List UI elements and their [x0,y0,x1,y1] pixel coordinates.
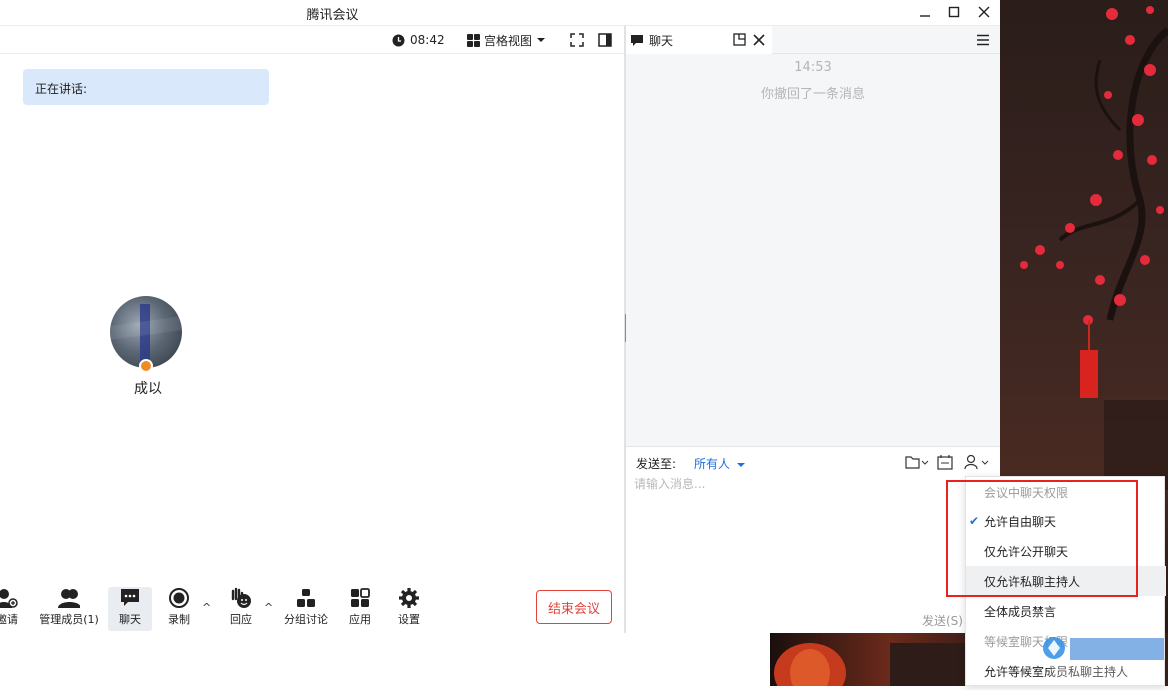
timer-text: 08:42 [410,33,445,47]
avatar-photo [110,304,182,368]
manage-members-label: 管理成员(1) [39,613,99,626]
send-target-label: 所有人 [694,457,731,471]
fullscreen-button[interactable] [570,31,584,49]
meeting-area: 08:42 宫格视图 正在讲话: 成以 邀请 管理成员(1) 聊天 录制 ^ 回… [0,26,624,633]
caret-down-icon [537,38,546,42]
watermark-logo-image [1043,637,1164,678]
settings-button[interactable]: 设置 [395,587,423,631]
meeting-toolbar: 08:42 宫格视图 [0,26,624,54]
record-button[interactable]: 录制 [164,587,194,631]
grid-view-icon [467,33,480,47]
side-panel-toggle[interactable] [598,31,612,49]
title-bar: 腾讯会议 [0,0,1000,26]
chat-label: 聊天 [119,613,141,626]
reactions-options-caret-icon[interactable]: ^ [264,601,273,614]
file-folder-icon[interactable] [905,455,929,469]
minimize-icon [920,15,930,17]
add-user-icon [0,589,18,608]
participant-name: 成以 [134,381,162,397]
breakout-rooms-button[interactable]: 分组讨论 [282,587,330,631]
hamburger-icon[interactable] [976,34,990,46]
maximize-button[interactable] [943,2,965,22]
gear-icon [399,588,419,608]
apps-button[interactable]: 应用 [346,587,374,631]
participant-avatar[interactable] [110,296,182,368]
breakout-rooms-label: 分组讨论 [284,613,328,626]
view-mode-dropdown[interactable]: 宫格视图 [467,31,546,49]
popout-icon[interactable] [733,33,746,46]
clock-icon [392,34,405,46]
manage-members-button[interactable]: 管理成员(1) [38,587,100,631]
invite-button[interactable]: 邀请 [0,587,22,631]
chat-bubble-icon [631,34,643,46]
menu-item-mute-all[interactable]: 全体成员禁言 [966,596,1166,626]
raise-hand-emoji-icon [231,587,251,608]
caret-down-icon [736,463,745,467]
chat-compose-area: 发送至: 所有人 发送(S) [626,446,1000,633]
send-button[interactable]: 发送(S) [922,612,963,629]
minimize-button[interactable] [914,2,936,22]
maximize-icon [948,6,960,18]
chat-button[interactable]: 聊天 [108,587,152,631]
members-icon [58,589,80,608]
view-mode-label: 宫格视图 [484,33,533,48]
apps-grid-icon [351,588,370,607]
message-input[interactable] [634,477,934,491]
record-options-caret-icon[interactable]: ^ [202,601,211,614]
speaking-indicator: 正在讲话: [23,69,269,105]
site-watermark-logo [1040,632,1168,686]
meeting-timer: 08:42 [392,31,445,49]
menu-item-label: 全体成员禁言 [984,604,1057,619]
host-badge-icon [139,359,153,373]
record-icon [169,588,189,608]
control-bar: 邀请 管理成员(1) 聊天 录制 ^ 回应 ^ 分组讨论 应用 设置 [0,581,624,633]
fullscreen-icon [570,33,584,47]
record-label: 录制 [168,613,190,626]
meeting-window: 腾讯会议 08:42 宫格视图 正在讲话: 成以 邀请 管理成员(1) 聊天 录… [0,0,1000,633]
annotation-highlight-box [946,480,1138,597]
message-timestamp: 14:53 [794,60,832,75]
breakout-rooms-icon [297,589,315,607]
system-message: 你撤回了一条消息 [760,87,865,102]
side-panel-icon [598,33,612,47]
close-icon[interactable] [753,34,765,46]
chat-tab-bar: 聊天 [626,26,1000,54]
apps-label: 应用 [349,613,371,626]
reactions-label: 回应 [230,613,252,626]
chat-permissions-icon[interactable] [964,454,990,470]
end-meeting-button[interactable]: 结束会议 [536,590,612,624]
close-window-button[interactable] [973,2,995,22]
chat-message-log: 14:53 你撤回了一条消息 [626,54,1000,446]
app-title: 腾讯会议 [306,8,359,23]
chat-tab-label: 聊天 [649,33,674,48]
announcement-icon[interactable] [937,454,953,470]
reactions-button[interactable]: 回应 [226,587,256,631]
chat-bubble-icon [121,589,139,606]
invite-label: 邀请 [0,613,18,626]
tab-chat[interactable]: 聊天 [626,26,772,54]
settings-label: 设置 [398,613,420,626]
chat-panel: 聊天 14:53 你撤回了一条消息 发送至: 所有人 请输入消息... 发送(S… [626,26,1000,633]
close-icon [978,6,990,18]
send-target-dropdown[interactable]: 所有人 [694,455,745,472]
send-to-label: 发送至: [636,457,677,471]
